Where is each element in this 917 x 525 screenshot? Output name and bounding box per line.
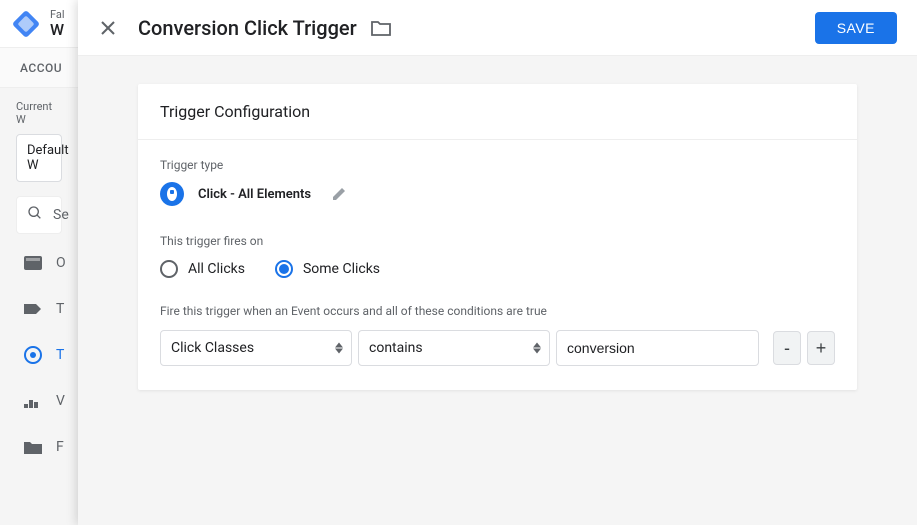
trigger-type-label: Trigger type — [160, 158, 835, 172]
radio-all-label: All Clicks — [188, 261, 245, 277]
trigger-icon — [24, 346, 42, 364]
nav-folders[interactable]: F — [16, 424, 62, 470]
nav-triggers[interactable]: T — [0, 332, 62, 378]
gtm-logo-icon — [12, 10, 40, 38]
add-condition-button[interactable]: + — [807, 331, 835, 365]
nav-triggers-label: T — [56, 347, 64, 363]
radio-all-clicks[interactable]: All Clicks — [160, 260, 245, 278]
nav-overview[interactable]: O — [16, 240, 62, 286]
nav-variables[interactable]: V — [16, 378, 62, 424]
save-button[interactable]: SAVE — [815, 12, 897, 44]
workspace-selector[interactable]: Default W — [16, 134, 62, 182]
condition-row: Click Classes contains - + — [160, 330, 835, 366]
close-button[interactable] — [98, 18, 118, 38]
condition-value-input[interactable] — [556, 330, 759, 366]
search-input[interactable]: Se — [16, 196, 62, 234]
bg-title-stack: Fal W — [50, 9, 65, 39]
trigger-type-name: Click - All Elements — [198, 187, 311, 202]
search-icon — [27, 205, 43, 225]
workspace-name: Default W — [27, 143, 69, 173]
tag-icon — [24, 300, 42, 318]
trigger-editor-overlay: Conversion Click Trigger SAVE Trigger Co… — [78, 0, 917, 525]
condition-operator-value: contains — [369, 340, 423, 356]
accounts-label: ACCOU — [20, 61, 62, 75]
fires-on-label: This trigger fires on — [160, 234, 835, 248]
edit-trigger-type-button[interactable] — [331, 186, 347, 202]
radio-icon-selected — [275, 260, 293, 278]
nav-tags-label: T — [56, 301, 64, 317]
nav-tags[interactable]: T — [16, 286, 62, 332]
radio-some-clicks[interactable]: Some Clicks — [275, 260, 380, 278]
folder-picker-button[interactable] — [371, 20, 391, 36]
trigger-name-input[interactable]: Conversion Click Trigger — [138, 16, 357, 40]
radio-icon — [160, 260, 178, 278]
card-header: Trigger Configuration — [138, 84, 857, 140]
trigger-type-row: Click - All Elements — [160, 182, 835, 206]
fires-on-radio-group: All Clicks Some Clicks — [160, 260, 835, 278]
select-arrows-icon — [533, 343, 541, 354]
bg-sidebar: Current W Default W Se O T T — [0, 88, 78, 470]
remove-condition-button[interactable]: - — [773, 331, 801, 365]
condition-variable-select[interactable]: Click Classes — [160, 330, 352, 366]
nav-variables-label: V — [56, 393, 65, 409]
bg-container-name: W — [50, 21, 65, 39]
nav-overview-label: O — [56, 255, 66, 271]
card-body: Trigger type Click - All Elements This t… — [138, 140, 857, 390]
overlay-header: Conversion Click Trigger SAVE — [78, 0, 917, 56]
variable-icon — [24, 392, 42, 410]
overview-icon — [24, 254, 42, 272]
condition-operator-select[interactable]: contains — [358, 330, 550, 366]
trigger-config-card: Trigger Configuration Trigger type Click… — [138, 84, 857, 390]
bg-account-name: Fal — [50, 9, 65, 21]
radio-some-label: Some Clicks — [303, 261, 380, 277]
select-arrows-icon — [335, 343, 343, 354]
nav-folders-label: F — [56, 439, 64, 455]
folder-icon — [24, 438, 42, 456]
condition-variable-value: Click Classes — [171, 340, 254, 356]
click-trigger-icon — [160, 182, 184, 206]
current-workspace-label: Current W — [16, 100, 62, 126]
condition-instruction: Fire this trigger when an Event occurs a… — [160, 304, 835, 318]
search-placeholder: Se — [53, 207, 69, 223]
